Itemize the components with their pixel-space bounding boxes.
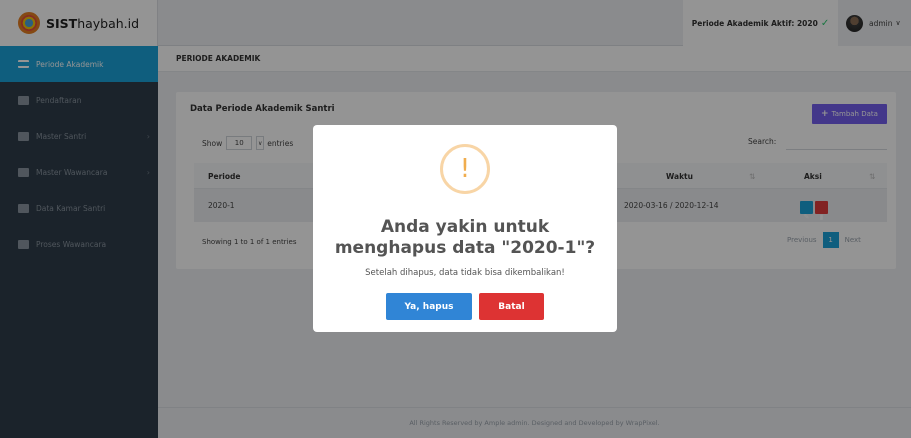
dialog-title-line-2: menghapus data "2020-1"? bbox=[334, 238, 596, 258]
dialog-title: Anda yakin untuk menghapus data "2020-1"… bbox=[313, 217, 617, 259]
warning-icon: ! bbox=[440, 144, 490, 194]
confirm-delete-button[interactable]: Ya, hapus bbox=[386, 293, 472, 320]
confirm-delete-dialog: ! Anda yakin untuk menghapus data "2020-… bbox=[313, 125, 617, 332]
dialog-message: Setelah dihapus, data tidak bisa dikemba… bbox=[365, 268, 565, 278]
cancel-button[interactable]: Batal bbox=[479, 293, 544, 320]
dialog-title-line-1: Anda yakin untuk bbox=[380, 217, 550, 237]
